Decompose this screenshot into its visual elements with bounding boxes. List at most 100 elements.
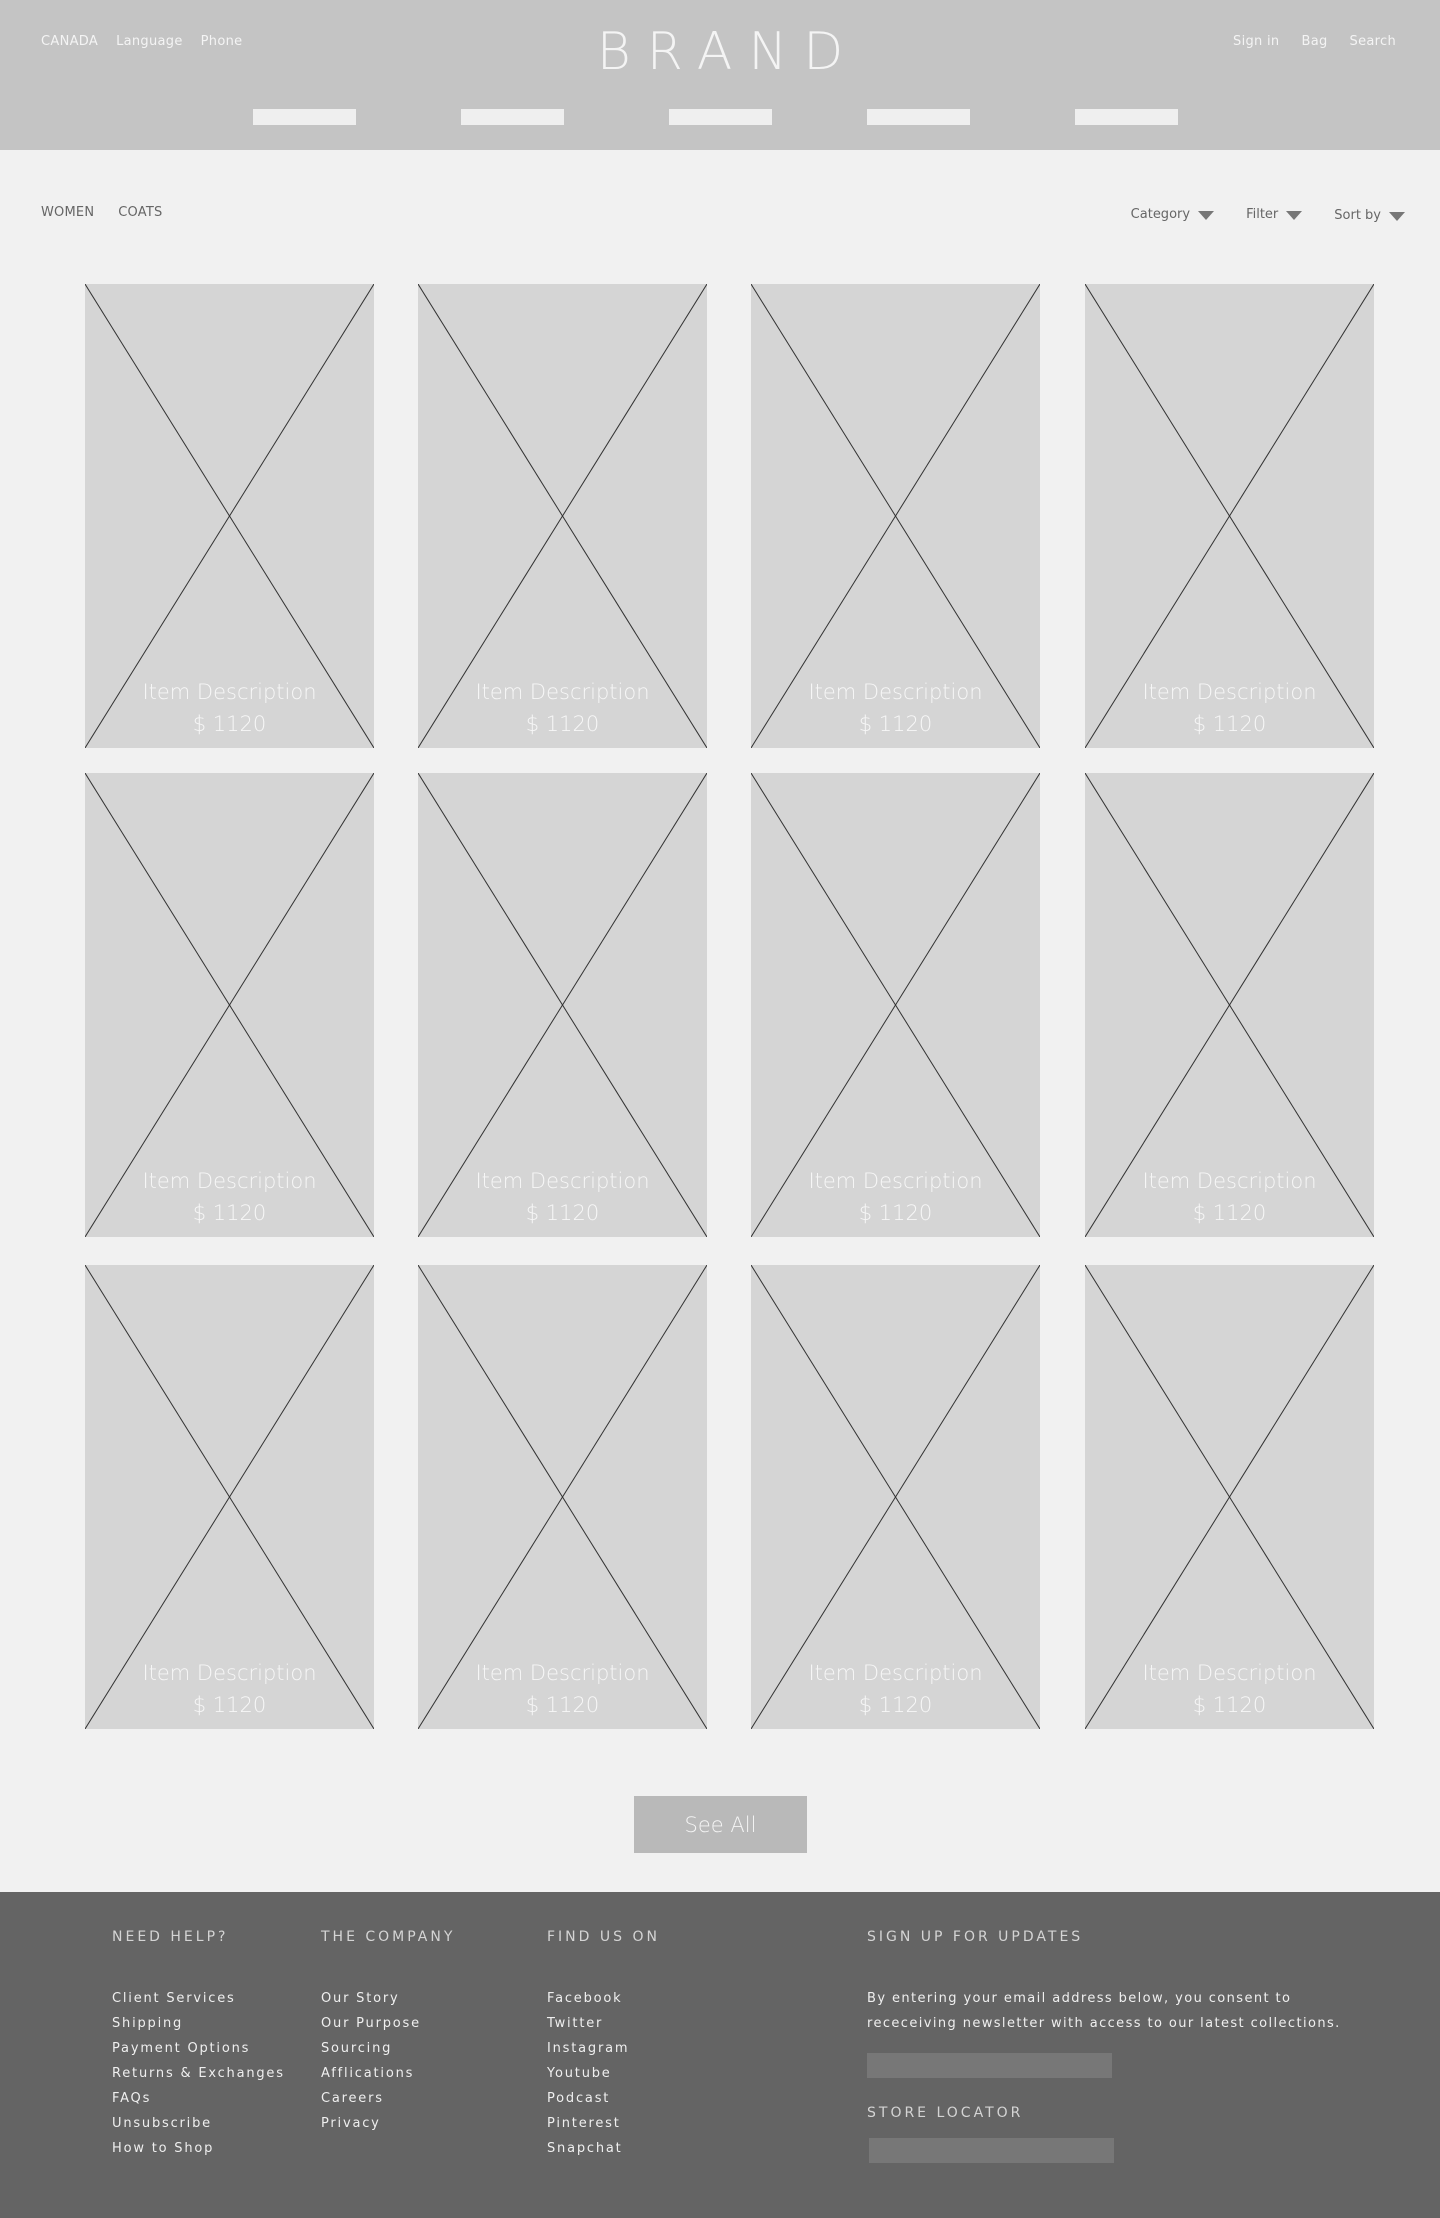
nav-item-1[interactable] [253, 109, 356, 125]
product-price: $ 1120 [525, 1693, 600, 1717]
product-card[interactable]: Item Description $ 1120 [1085, 1265, 1374, 1729]
product-card[interactable]: Item Description $ 1120 [418, 284, 707, 748]
see-all-button[interactable]: See All [634, 1796, 807, 1853]
product-price: $ 1120 [858, 1201, 933, 1225]
footer-link[interactable]: Shipping [112, 2011, 285, 2036]
utility-links-right: Sign in Bag Search [1233, 34, 1396, 49]
product-price: $ 1120 [858, 712, 933, 736]
product-description: Item Description [142, 1169, 317, 1193]
product-price: $ 1120 [192, 1201, 267, 1225]
footer-link[interactable]: Our Story [321, 1986, 455, 2011]
footer-link[interactable]: Careers [321, 2086, 455, 2111]
product-description: Item Description [1142, 680, 1317, 704]
nav-item-2[interactable] [461, 109, 564, 125]
footer-link[interactable]: Afflications [321, 2061, 455, 2086]
sign-in-link[interactable]: Sign in [1233, 34, 1279, 49]
product-price: $ 1120 [1192, 1201, 1267, 1225]
footer-heading: THE COMPANY [321, 1929, 456, 1945]
image-placeholder-icon [85, 284, 374, 748]
instagram-link[interactable]: Instagram [547, 2036, 660, 2061]
site-header: CANADA Language Phone BRAND Sign in Bag … [0, 0, 1440, 150]
product-card[interactable]: Item Description $ 1120 [751, 284, 1040, 748]
youtube-link[interactable]: Youtube [547, 2061, 660, 2086]
footer-heading: NEED HELP? [112, 1929, 229, 1945]
image-placeholder-icon [1085, 773, 1374, 1237]
product-card[interactable]: Item Description $ 1120 [85, 773, 374, 1237]
pinterest-link[interactable]: Pinterest [547, 2111, 660, 2136]
footer-link[interactable]: Client Services [112, 1986, 285, 2011]
footer-heading: FIND US ON [547, 1929, 660, 1945]
product-card[interactable]: Item Description $ 1120 [1085, 284, 1374, 748]
breadcrumb-coats[interactable]: COATS [118, 205, 162, 220]
footer-link[interactable]: Our Purpose [321, 2011, 455, 2036]
footer-need-help: NEED HELP? Client Services Shipping Paym… [112, 1929, 285, 2161]
signup-consent-line-2: receceiving newsletter with access to ou… [867, 2016, 1341, 2031]
product-description: Item Description [475, 680, 650, 704]
search-link[interactable]: Search [1350, 34, 1396, 49]
product-price: $ 1120 [525, 712, 600, 736]
podcast-link[interactable]: Podcast [547, 2086, 660, 2111]
footer-signup: SIGN UP FOR UPDATES By entering your ema… [867, 1929, 1387, 2163]
product-description: Item Description [475, 1661, 650, 1685]
category-dropdown[interactable]: Category [1130, 205, 1215, 223]
main-nav [0, 109, 1440, 125]
sort-label: Sort by [1334, 208, 1381, 223]
facebook-link[interactable]: Facebook [547, 1986, 660, 2011]
nav-item-3[interactable] [669, 109, 772, 125]
footer-link[interactable]: How to Shop [112, 2136, 285, 2161]
brand-logo[interactable]: BRAND [0, 22, 1440, 82]
footer-link[interactable]: Sourcing [321, 2036, 455, 2061]
product-card[interactable]: Item Description $ 1120 [85, 284, 374, 748]
footer-company: THE COMPANY Our Story Our Purpose Sourci… [321, 1929, 455, 2136]
product-card[interactable]: Item Description $ 1120 [751, 773, 1040, 1237]
image-placeholder-icon [1085, 284, 1374, 748]
filter-label: Filter [1246, 206, 1279, 222]
footer-link[interactable]: Returns & Exchanges [112, 2061, 285, 2086]
product-price: $ 1120 [192, 1693, 267, 1717]
listing-controls: Category Filter Sort by [1131, 205, 1405, 223]
filter-dropdown[interactable]: Filter [1246, 205, 1303, 223]
product-description: Item Description [1142, 1169, 1317, 1193]
breadcrumb-women[interactable]: WOMEN [41, 205, 94, 220]
store-locator-input[interactable] [869, 2138, 1114, 2163]
footer-link[interactable]: FAQs [112, 2086, 285, 2111]
chevron-down-icon [1286, 210, 1303, 220]
signup-consent-line-1: By entering your email address below, yo… [867, 1991, 1292, 2006]
sort-dropdown[interactable]: Sort by [1334, 208, 1405, 223]
footer-link[interactable]: Payment Options [112, 2036, 285, 2061]
image-placeholder-icon [418, 1265, 707, 1729]
image-placeholder-icon [751, 1265, 1040, 1729]
footer-link[interactable]: Unsubscribe [112, 2111, 285, 2136]
product-price: $ 1120 [858, 1693, 933, 1717]
image-placeholder-icon [751, 773, 1040, 1237]
category-label: Category [1130, 206, 1191, 222]
footer-heading: STORE LOCATOR [867, 2105, 1024, 2121]
product-description: Item Description [808, 1661, 983, 1685]
footer-find-us: FIND US ON Facebook Twitter Instagram Yo… [547, 1929, 660, 2161]
image-placeholder-icon [85, 773, 374, 1237]
product-description: Item Description [142, 1661, 317, 1685]
product-description: Item Description [1142, 1661, 1317, 1685]
footer-link[interactable]: Privacy [321, 2111, 455, 2136]
product-card[interactable]: Item Description $ 1120 [85, 1265, 374, 1729]
product-description: Item Description [808, 1169, 983, 1193]
site-footer: NEED HELP? Client Services Shipping Paym… [0, 1892, 1440, 2218]
product-card[interactable]: Item Description $ 1120 [418, 773, 707, 1237]
nav-item-4[interactable] [867, 109, 970, 125]
product-card[interactable]: Item Description $ 1120 [418, 1265, 707, 1729]
email-field[interactable] [867, 2053, 1112, 2078]
product-description: Item Description [808, 680, 983, 704]
product-description: Item Description [475, 1169, 650, 1193]
footer-heading: SIGN UP FOR UPDATES [867, 1929, 1084, 1945]
product-card[interactable]: Item Description $ 1120 [1085, 773, 1374, 1237]
product-description: Item Description [142, 680, 317, 704]
twitter-link[interactable]: Twitter [547, 2011, 660, 2036]
image-placeholder-icon [1085, 1265, 1374, 1729]
image-placeholder-icon [418, 773, 707, 1237]
product-price: $ 1120 [1192, 712, 1267, 736]
snapchat-link[interactable]: Snapchat [547, 2136, 660, 2161]
product-card[interactable]: Item Description $ 1120 [751, 1265, 1040, 1729]
product-price: $ 1120 [1192, 1693, 1267, 1717]
nav-item-5[interactable] [1075, 109, 1178, 125]
bag-link[interactable]: Bag [1301, 34, 1327, 49]
